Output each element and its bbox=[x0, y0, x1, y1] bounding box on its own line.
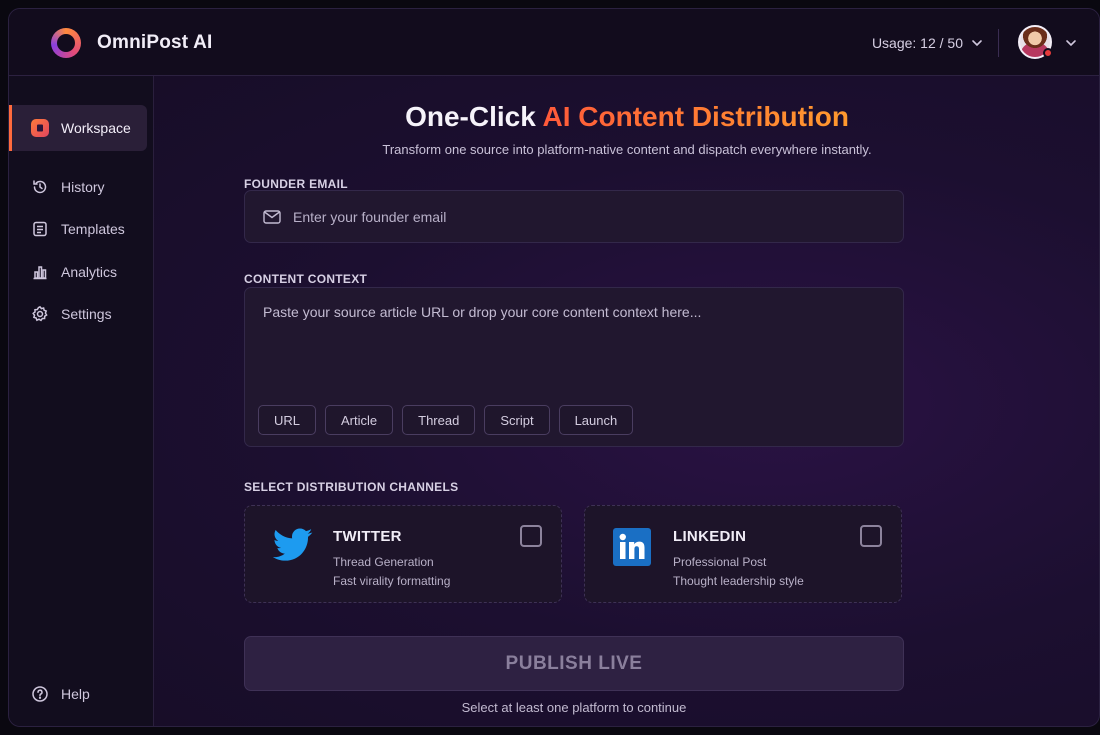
chip-article[interactable]: Article bbox=[325, 405, 394, 435]
app-window: OmniPost AI Usage: 12 / 50 Workspace His… bbox=[8, 8, 1100, 727]
logo-icon bbox=[51, 28, 81, 58]
page-subtitle: Transform one source into platform-nativ… bbox=[382, 142, 872, 157]
context-label: CONTENT CONTEXT bbox=[244, 272, 368, 286]
chip-url[interactable]: URL bbox=[258, 405, 317, 435]
chip-script[interactable]: Script bbox=[484, 405, 550, 435]
title-plain: One-Click bbox=[405, 101, 543, 132]
publish-button[interactable]: PUBLISH LIVE bbox=[244, 636, 904, 691]
sidebar: Workspace History Templates Analytics Se… bbox=[9, 76, 154, 726]
chevron-down-icon[interactable] bbox=[1065, 37, 1077, 49]
sidebar-item-settings[interactable]: Settings bbox=[9, 291, 154, 337]
channel-description: Thought leadership style bbox=[673, 574, 804, 588]
sidebar-item-help[interactable]: Help bbox=[9, 671, 154, 717]
top-bar: OmniPost AI Usage: 12 / 50 bbox=[9, 9, 1099, 76]
brand-name: OmniPost AI bbox=[97, 32, 213, 53]
channel-description: Fast virality formatting bbox=[333, 574, 451, 588]
context-textarea[interactable] bbox=[263, 304, 883, 384]
sidebar-item-analytics[interactable]: Analytics bbox=[9, 249, 154, 295]
page-title: One-Click AI Content Distribution bbox=[155, 101, 1099, 133]
email-label: FOUNDER EMAIL bbox=[244, 177, 348, 191]
chip-thread[interactable]: Thread bbox=[402, 405, 476, 435]
sidebar-item-history[interactable]: History bbox=[9, 164, 154, 210]
sidebar-item-label: History bbox=[61, 179, 105, 195]
sidebar-item-workspace[interactable]: Workspace bbox=[9, 105, 147, 151]
context-field-container: URL Article Thread Script Launch bbox=[244, 287, 904, 447]
channel-description: Professional Post bbox=[673, 555, 767, 569]
chevron-down-icon bbox=[972, 40, 982, 47]
publish-hint: Select at least one platform to continue bbox=[461, 700, 687, 715]
channel-card-linkedin[interactable]: LINKEDIN Professional Post Thought leade… bbox=[584, 505, 902, 603]
usage-text: Usage: 12 / 50 bbox=[871, 35, 963, 51]
sidebar-item-label: Analytics bbox=[61, 264, 118, 280]
sidebar-item-label: Templates bbox=[61, 221, 125, 237]
twitter-icon bbox=[273, 528, 313, 561]
help-icon bbox=[31, 685, 49, 703]
sidebar-item-label: Workspace bbox=[61, 120, 131, 136]
linkedin-checkbox[interactable] bbox=[860, 525, 882, 547]
email-field[interactable] bbox=[293, 208, 853, 225]
channel-description: Thread Generation bbox=[333, 555, 434, 569]
chip-launch[interactable]: Launch bbox=[558, 405, 634, 435]
divider bbox=[998, 29, 999, 57]
usage-dropdown[interactable]: Usage: 12 / 50 bbox=[872, 35, 983, 51]
channel-name: LINKEDIN bbox=[673, 528, 747, 545]
sidebar-item-templates[interactable]: Templates bbox=[9, 206, 154, 252]
mail-icon bbox=[263, 209, 281, 224]
status-dot bbox=[1043, 48, 1053, 58]
workspace-icon bbox=[31, 119, 49, 137]
templates-icon bbox=[31, 220, 49, 238]
channel-card-twitter[interactable]: TWITTER Thread Generation Fast virality … bbox=[244, 505, 562, 603]
context-chips: URL Article Thread Script Launch bbox=[258, 405, 634, 435]
channels-label: SELECT DISTRIBUTION CHANNELS bbox=[244, 480, 459, 494]
email-field-container[interactable] bbox=[244, 190, 904, 243]
title-accent: AI Content Distribution bbox=[542, 101, 849, 132]
linkedin-icon bbox=[613, 528, 651, 566]
twitter-checkbox[interactable] bbox=[520, 525, 542, 547]
channel-name: TWITTER bbox=[333, 528, 402, 545]
sidebar-item-label: Help bbox=[61, 686, 90, 702]
history-icon bbox=[31, 178, 49, 196]
sidebar-item-label: Settings bbox=[61, 306, 112, 322]
main-content: One-Click AI Content Distribution Transf… bbox=[155, 76, 1099, 726]
gear-icon bbox=[31, 305, 49, 323]
analytics-icon bbox=[31, 263, 49, 281]
